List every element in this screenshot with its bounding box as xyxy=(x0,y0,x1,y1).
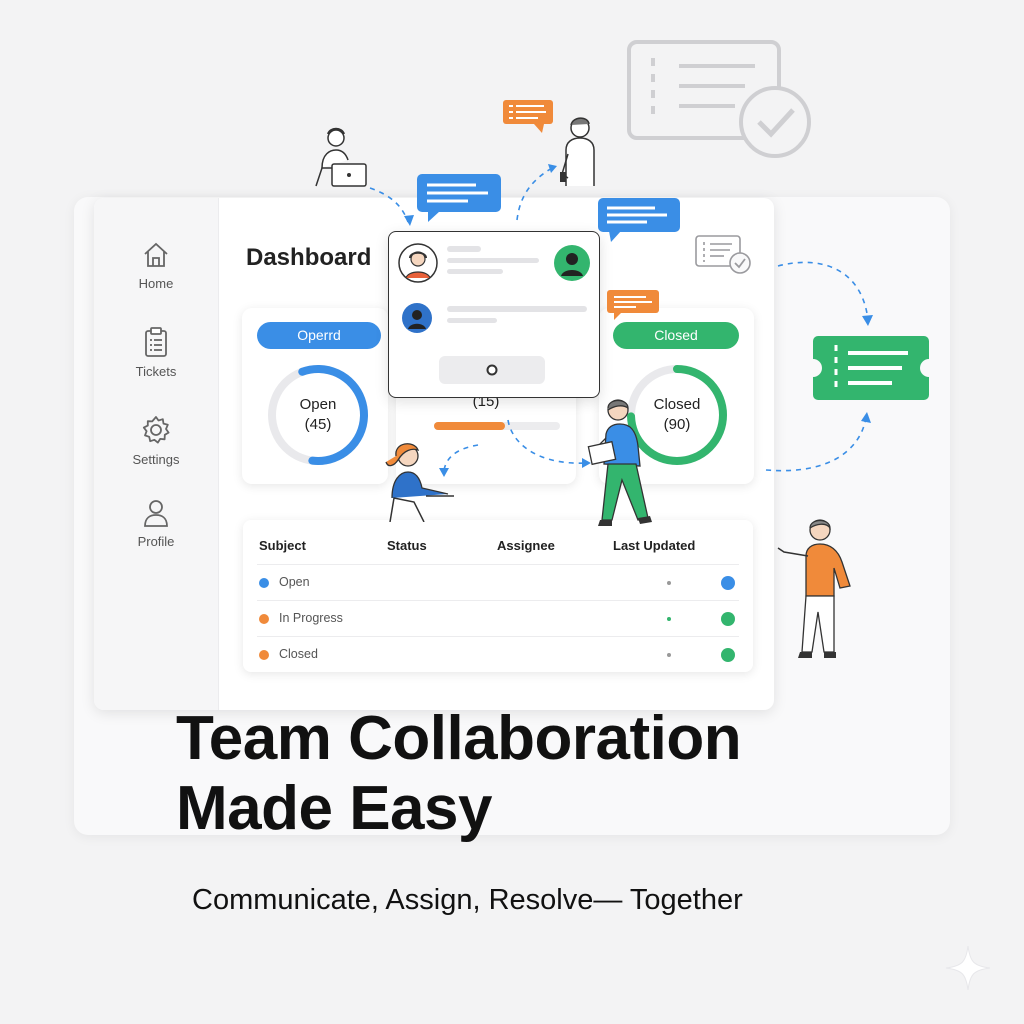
hero-subline: Communicate, Assign, Resolve— Together xyxy=(192,884,743,916)
person-phone-icon xyxy=(560,117,595,186)
person-walking-icon xyxy=(587,399,652,526)
sparkle-icon xyxy=(945,945,991,991)
person-typing-icon xyxy=(385,443,454,522)
person-pointing-icon xyxy=(777,519,851,658)
hero-headline-line2: Made Easy xyxy=(176,774,493,843)
hero-headline-line1: Team Collaboration xyxy=(176,704,742,773)
hero-headline: Team Collaboration Made Easy xyxy=(176,704,742,844)
person-laptop-icon xyxy=(315,127,367,187)
connector-lines xyxy=(369,164,873,477)
